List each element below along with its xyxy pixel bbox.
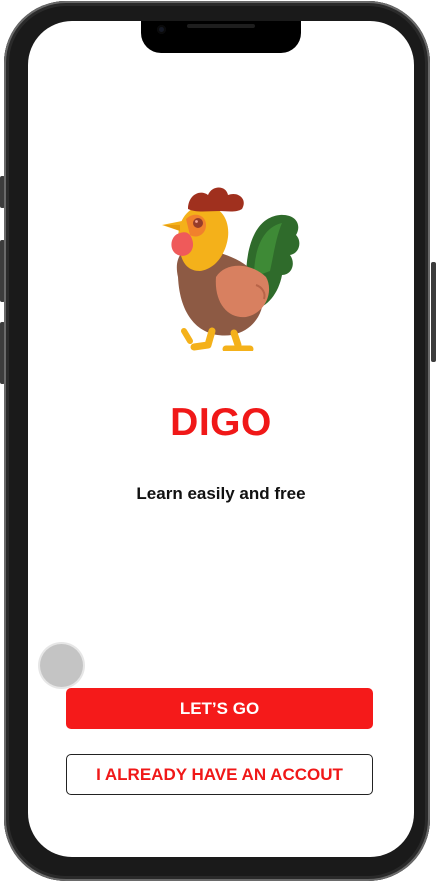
speaker-grille (187, 24, 255, 28)
assistive-touch-button[interactable] (40, 644, 83, 687)
page: DIGO Learn easily and free LET’S GO I AL… (0, 0, 436, 884)
camera-icon (157, 25, 166, 34)
side-button-power (431, 262, 436, 362)
rooster-icon (162, 187, 300, 351)
app-screen: DIGO Learn easily and free LET’S GO I AL… (28, 21, 414, 857)
phone-frame: DIGO Learn easily and free LET’S GO I AL… (4, 1, 430, 881)
have-account-button[interactable]: I ALREADY HAVE AN ACCOUT (66, 754, 373, 795)
app-title: DIGO (170, 401, 272, 444)
notch (141, 21, 301, 53)
lets-go-button[interactable]: LET’S GO (66, 688, 373, 729)
app-tagline: Learn easily and free (136, 484, 306, 503)
